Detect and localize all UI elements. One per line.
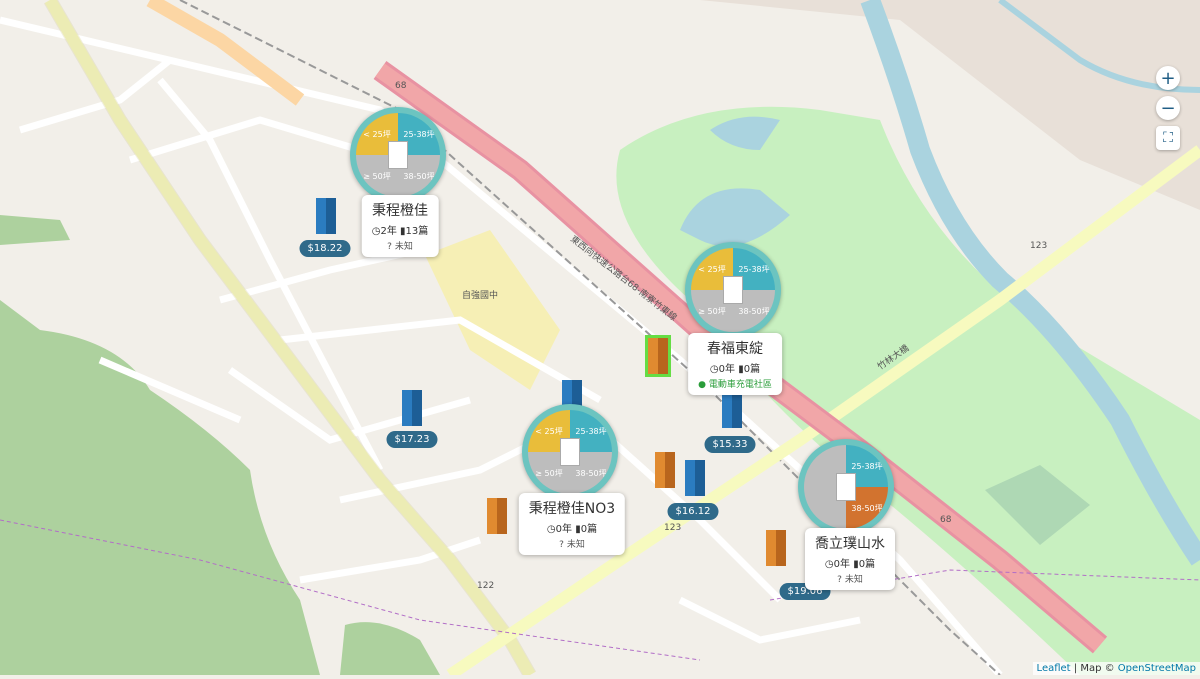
status-value: 未知 <box>394 242 413 252</box>
price-label[interactable]: $17.23 <box>386 431 438 448</box>
community-card[interactable]: 喬立璞山水 ◷0年 ▮0篇 ? 未知 <box>805 528 895 590</box>
ev-charging-icon: ● <box>698 380 706 390</box>
articles-value: 0篇 <box>580 524 598 535</box>
leaflet-link[interactable]: Leaflet <box>1037 663 1071 674</box>
school-label: 自強國中 <box>462 289 498 301</box>
fullscreen-button[interactable]: ⛶ <box>1156 126 1180 150</box>
status-text: ? 未知 <box>815 572 885 585</box>
community-card[interactable]: 春福東綻 ◷0年 ▮0篇 ● 電動車充電社區 <box>688 333 782 395</box>
status-value: 未知 <box>844 575 863 585</box>
question-icon: ? <box>837 575 842 585</box>
years-value: 0年 <box>718 364 736 375</box>
cluster-marker[interactable]: 25-38坪 38-50坪 <box>798 439 894 535</box>
community-name: 秉程橙佳 <box>371 203 428 219</box>
building-icon-orange[interactable] <box>766 530 786 566</box>
zoom-in-button[interactable]: + <box>1156 66 1180 90</box>
building-icon-orange[interactable] <box>487 498 507 534</box>
community-card[interactable]: 秉程橙佳NO3 ◷0年 ▮0篇 ? 未知 <box>518 493 626 555</box>
community-meta: ◷2年 ▮13篇 <box>372 222 429 237</box>
zoom-out-button[interactable]: − <box>1156 96 1180 120</box>
community-meta: ◷0年 ▮0篇 <box>698 360 772 375</box>
years-value: 0年 <box>555 524 573 535</box>
building-icon <box>560 438 580 466</box>
community-card[interactable]: 秉程橙佳 ◷2年 ▮13篇 ? 未知 <box>361 195 439 257</box>
osm-link[interactable]: OpenStreetMap <box>1118 663 1196 674</box>
cluster-marker[interactable]: < 25坪 25-38坪 ≥ 50坪 38-50坪 <box>685 242 781 338</box>
building-icon-selected[interactable] <box>645 335 671 377</box>
articles-value: 13篇 <box>405 226 429 237</box>
community-name: 春福東綻 <box>707 341 763 357</box>
building-icon-orange[interactable] <box>655 452 675 488</box>
clock-icon: ◷ <box>371 226 381 237</box>
attribution: Leaflet | Map © OpenStreetMap <box>1032 662 1200 675</box>
price-label[interactable]: $15.33 <box>704 436 756 453</box>
road-label-123-b: 123 <box>664 523 681 533</box>
status-value: 電動車充電社區 <box>708 380 772 390</box>
building-icon[interactable] <box>722 392 742 428</box>
price-label[interactable]: $18.22 <box>299 240 351 257</box>
building-icon <box>723 276 743 304</box>
map-tiles: 68 68 123 123 122 自強國中 竹林大橋 東西向快速公路台68-南… <box>0 0 1200 679</box>
years-value: 2年 <box>380 226 397 237</box>
question-icon: ? <box>559 540 564 550</box>
question-icon: ? <box>387 242 392 252</box>
forest-area <box>0 300 320 675</box>
building-icon[interactable] <box>316 198 336 234</box>
road-label-122: 122 <box>477 581 494 591</box>
articles-value: 0篇 <box>858 559 876 570</box>
clock-icon: ◷ <box>709 364 719 375</box>
clock-icon: ◷ <box>546 524 556 535</box>
road-label-123-a: 123 <box>1030 241 1047 251</box>
cluster-marker[interactable]: < 25坪 25-38坪 ≥ 50坪 38-50坪 <box>522 404 618 500</box>
articles-value: 0篇 <box>743 364 761 375</box>
building-icon[interactable] <box>402 390 422 426</box>
road-label-68-a: 68 <box>395 81 407 91</box>
community-meta: ◷0年 ▮0篇 <box>815 555 885 570</box>
road-label-68-b: 68 <box>940 515 952 525</box>
building-icon <box>836 473 856 501</box>
status-value: 未知 <box>566 540 585 550</box>
status-text: ? 未知 <box>529 537 615 550</box>
status-text: ? 未知 <box>372 239 429 252</box>
community-name: 秉程橙佳NO3 <box>528 501 616 517</box>
forest-patch-top <box>0 215 70 245</box>
attribution-separator: | Map © <box>1070 663 1118 674</box>
clock-icon: ◷ <box>824 559 834 570</box>
building-icon[interactable] <box>685 460 705 496</box>
community-name: 喬立璞山水 <box>815 536 885 552</box>
orange-road <box>146 0 305 106</box>
building-icon <box>388 141 408 169</box>
price-label[interactable]: $16.12 <box>667 503 719 520</box>
years-value: 0年 <box>833 559 851 570</box>
forest-patch <box>340 622 440 675</box>
status-text: ● 電動車充電社區 <box>698 377 772 390</box>
community-meta: ◷0年 ▮0篇 <box>529 520 615 535</box>
cluster-marker[interactable]: < 25坪 25-38坪 ≥ 50坪 38-50坪 <box>350 107 446 203</box>
map-canvas[interactable]: 68 68 123 123 122 自強國中 竹林大橋 東西向快速公路台68-南… <box>0 0 1200 679</box>
